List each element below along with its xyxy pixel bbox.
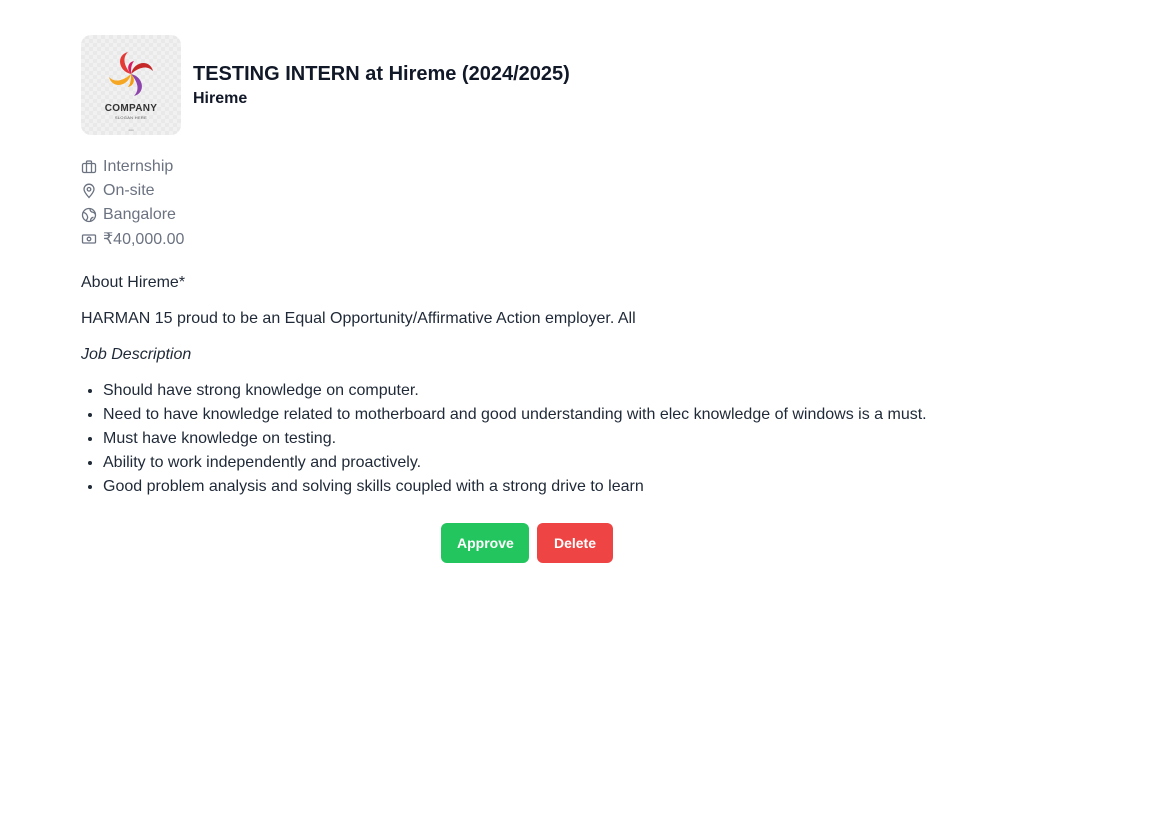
approve-button[interactable]: Approve (441, 523, 529, 563)
job-salary-text: ₹40,000.00 (103, 231, 185, 248)
list-item: Should have strong knowledge on computer… (103, 379, 1081, 403)
job-mode-row: On-site (81, 179, 184, 203)
job-header: COMPANY SLOGAN HERE ▪▪▪▪▪ TESTING INTERN… (81, 35, 570, 135)
job-detail-page: COMPANY SLOGAN HERE ▪▪▪▪▪ TESTING INTERN… (0, 0, 1160, 838)
job-type-row: Internship (81, 155, 184, 179)
banknote-icon (81, 234, 97, 244)
logo-company-text: COMPANY (104, 103, 158, 114)
logo-slogan-text: SLOGAN HERE (114, 115, 148, 120)
list-item: Ability to work independently and proact… (103, 451, 1081, 475)
job-type-text: Internship (103, 158, 174, 175)
globe-icon (81, 207, 97, 223)
description-heading: Job Description (81, 346, 192, 363)
company-name: Hireme (193, 89, 248, 107)
company-logo: COMPANY SLOGAN HERE ▪▪▪▪▪ (81, 35, 181, 135)
list-item: Need to have knowledge related to mother… (103, 403, 1081, 427)
logo-credit-mark: ▪▪▪▪▪ (128, 128, 134, 132)
action-buttons: Approve Delete (441, 523, 613, 563)
about-heading: About Hireme* (81, 274, 186, 291)
intro-text: HARMAN 15 proud to be an Equal Opportuni… (81, 310, 636, 327)
job-location-row: Bangalore (81, 203, 184, 227)
job-description: About Hireme* HARMAN 15 proud to be an E… (81, 271, 1081, 499)
job-meta-list: Internship On-site Bangalore ₹40,000.00 (81, 155, 184, 251)
briefcase-icon (81, 160, 97, 174)
map-pin-icon (83, 183, 95, 199)
job-location-text: Bangalore (103, 206, 176, 223)
job-title: TESTING INTERN at Hireme (2024/2025) (193, 62, 570, 85)
list-item: Good problem analysis and solving skills… (103, 475, 1081, 499)
title-block: TESTING INTERN at Hireme (2024/2025) Hir… (193, 61, 570, 110)
list-item: Must have knowledge on testing. (103, 427, 1081, 451)
delete-button[interactable]: Delete (537, 523, 613, 563)
company-logo-mark (109, 52, 153, 96)
job-salary-row: ₹40,000.00 (81, 227, 184, 251)
job-mode-text: On-site (103, 182, 155, 199)
requirements-list: Should have strong knowledge on computer… (81, 379, 1081, 499)
